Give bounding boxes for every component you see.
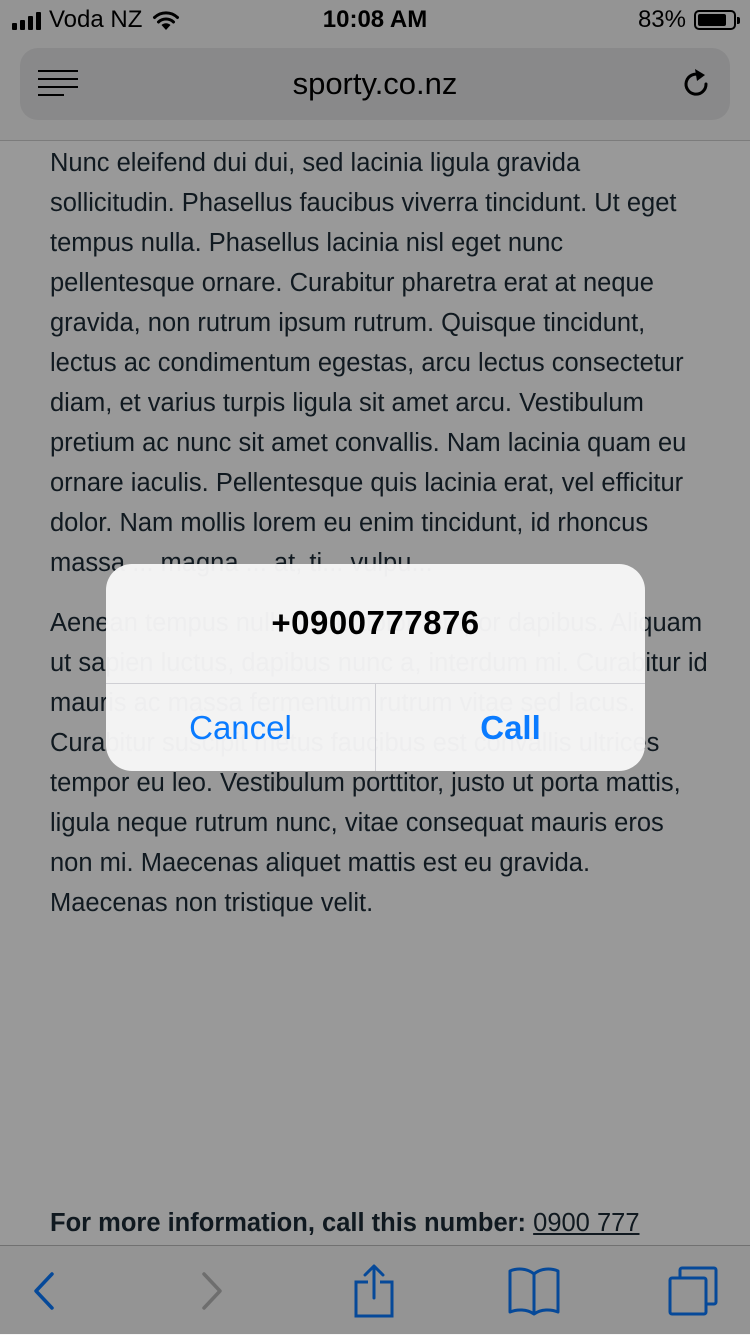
call-button[interactable]: Call xyxy=(376,684,645,771)
call-alert-dialog: +0900777876 Cancel Call xyxy=(106,564,645,771)
alert-phone-number: +0900777876 xyxy=(271,604,480,641)
cancel-button[interactable]: Cancel xyxy=(106,684,375,771)
